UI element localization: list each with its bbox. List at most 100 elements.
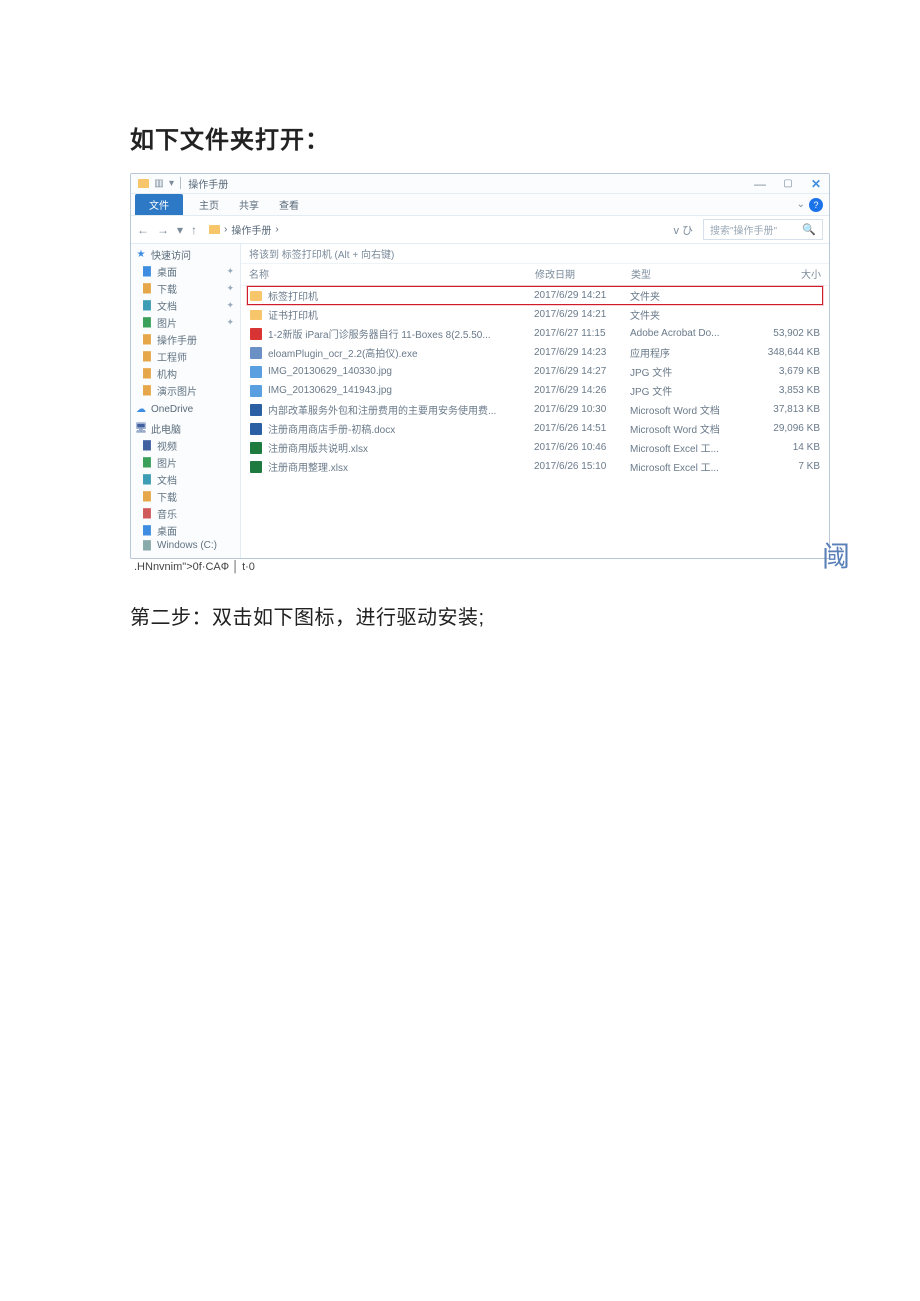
- sidebar-item[interactable]: ▇桌面✦: [131, 263, 240, 280]
- folder-icon: ▇: [141, 351, 153, 362]
- sidebar-item[interactable]: ▇下载✦: [131, 280, 240, 297]
- exe-icon: [250, 347, 262, 359]
- sidebar-item-label: 快速访问: [151, 247, 191, 262]
- file-type: 文件夹: [630, 288, 750, 303]
- file-row[interactable]: 注册商用整理.xlsx2017/6/26 15:10Microsoft Exce…: [247, 457, 823, 476]
- column-headers[interactable]: 名称 修改日期 类型 大小: [241, 264, 829, 286]
- address-bar: ← → ▾ ↑ › 操作手册 › v ひ 搜索"操作手册" 🔍: [131, 216, 829, 244]
- search-placeholder: 搜索"操作手册": [710, 222, 777, 237]
- ribbon-tab-share[interactable]: 共享: [229, 194, 269, 215]
- pin-icon: ✦: [226, 266, 234, 277]
- file-name: 注册商用版共说明.xlsx: [268, 440, 368, 455]
- excel-icon: [250, 461, 262, 473]
- col-name[interactable]: 名称: [249, 266, 535, 281]
- close-button[interactable]: ✕: [809, 177, 823, 191]
- col-size[interactable]: 大小: [751, 266, 821, 281]
- minimize-button[interactable]: —: [753, 177, 767, 191]
- step2-text: 第二步：双击如下图标，进行驱动安装;: [130, 601, 790, 630]
- maximize-button[interactable]: ▢: [781, 178, 795, 189]
- sidebar-item-label: 文档: [157, 472, 177, 487]
- sidebar-item-label: 下载: [157, 281, 177, 296]
- file-row[interactable]: 标签打印机 2017/6/29 14:21文件夹: [247, 286, 823, 305]
- window-titlebar: ▥ ▾ │ 操作手册 — ▢ ✕: [131, 174, 829, 194]
- folder-icon: ▇: [141, 540, 153, 551]
- page-heading: 如下文件夹打开：: [130, 120, 790, 155]
- search-input[interactable]: 搜索"操作手册" 🔍: [703, 219, 823, 240]
- file-row[interactable]: 注册商用版共说明.xlsx2017/6/26 10:46Microsoft Ex…: [247, 438, 823, 457]
- recent-dropdown[interactable]: ▾: [177, 223, 183, 237]
- file-date: 2017/6/29 10:30: [534, 404, 630, 415]
- breadcrumb-prefix: ›: [224, 224, 227, 235]
- sidebar-item[interactable]: ▇机构: [131, 365, 240, 382]
- file-date: 2017/6/29 14:23: [534, 347, 630, 358]
- sidebar-item[interactable]: ▇图片: [131, 454, 240, 471]
- col-date[interactable]: 修改日期: [535, 266, 631, 281]
- file-date: 2017/6/26 15:10: [534, 461, 630, 472]
- file-type: Microsoft Excel 工...: [630, 440, 750, 455]
- ribbon-tab-file[interactable]: 文件: [135, 194, 183, 215]
- sidebar-item[interactable]: ▇音乐: [131, 505, 240, 522]
- sidebar-item[interactable]: ▇文档✦: [131, 297, 240, 314]
- sidebar-item[interactable]: ▇下载: [131, 488, 240, 505]
- folder-icon: ▇: [141, 525, 153, 536]
- ribbon-tab-home[interactable]: 主页: [189, 194, 229, 215]
- file-name: 标签打印机: [268, 288, 318, 303]
- file-size: 29,096 KB: [750, 423, 820, 434]
- folder-icon: ▇: [141, 508, 153, 519]
- navigation-pane: ★ 快速访问 ▇桌面✦▇下载✦▇文档✦▇图片✦▇操作手册▇工程师▇机构▇演示图片…: [131, 244, 241, 558]
- footer-code: .HNnvnim">0f·CAФ │ t·0: [130, 559, 790, 573]
- side-glyph: 阈: [822, 535, 850, 575]
- help-icon[interactable]: ?: [809, 198, 823, 212]
- file-row[interactable]: IMG_20130629_141943.jpg 2017/6/29 14:26JP…: [247, 381, 823, 400]
- file-row[interactable]: 注册商用商店手册-初稿.docx2017/6/26 14:51Microsoft…: [247, 419, 823, 438]
- up-button[interactable]: ↑: [191, 223, 197, 237]
- ribbon-expand-icon[interactable]: ⌄: [797, 199, 805, 210]
- sidebar-item[interactable]: ▇ 工程师: [131, 348, 240, 365]
- col-type[interactable]: 类型: [631, 266, 751, 281]
- file-type: JPG 文件: [630, 383, 750, 398]
- file-date: 2017/6/29 14:21: [534, 290, 630, 301]
- ribbon-tab-view[interactable]: 查看: [269, 194, 309, 215]
- folder-icon: [208, 224, 220, 236]
- sidebar-item[interactable]: ▇视频: [131, 437, 240, 454]
- file-date: 2017/6/26 14:51: [534, 423, 630, 434]
- sidebar-item[interactable]: ▇图片✦: [131, 314, 240, 331]
- file-type: Microsoft Word 文档: [630, 402, 750, 417]
- back-button[interactable]: ←: [137, 223, 149, 237]
- file-row[interactable]: 内部改革服务外包和注册费用的主要用安务使用费...2017/6/29 10:30…: [247, 400, 823, 419]
- file-date: 2017/6/29 14:21: [534, 309, 630, 320]
- sidebar-item-onedrive[interactable]: ☁ OneDrive: [131, 403, 240, 416]
- file-name: 1-2新版 iPara门诊服务器自行 11-Boxes 8(2.5.50...: [268, 326, 491, 341]
- quick-access-toolbar[interactable]: ▥: [153, 178, 165, 190]
- sidebar-item-quick-access[interactable]: ★ 快速访问: [131, 246, 240, 263]
- folder-icon: ▇: [141, 385, 153, 396]
- sidebar-item-label: 工程师: [157, 349, 187, 364]
- sidebar-item-label: OneDrive: [151, 404, 193, 415]
- file-date: 2017/6/29 14:26: [534, 385, 630, 396]
- sidebar-item[interactable]: ▇操作手册: [131, 331, 240, 348]
- file-row[interactable]: eloamPlugin_ocr_2.2(高拍仪).exe2017/6/29 14…: [247, 343, 823, 362]
- forward-button[interactable]: →: [157, 223, 169, 237]
- breadcrumb[interactable]: › 操作手册 ›: [203, 219, 663, 240]
- file-size: 37,813 KB: [750, 404, 820, 415]
- refresh-button[interactable]: v ひ: [669, 222, 697, 238]
- sidebar-item-this-pc[interactable]: 🖥 此电脑: [131, 420, 240, 437]
- file-size: 7 KB: [750, 461, 820, 472]
- sidebar-item[interactable]: ▇桌面: [131, 522, 240, 539]
- folder-icon: ▇: [141, 457, 153, 468]
- pin-icon: ✦: [226, 300, 234, 311]
- sidebar-item[interactable]: ▇演示图片: [131, 382, 240, 399]
- window-buttons: — ▢ ✕: [753, 177, 823, 191]
- file-row[interactable]: IMG_20130629_140330.jpg2017/6/29 14:27JP…: [247, 362, 823, 381]
- file-size: 3,853 KB: [750, 385, 820, 396]
- pc-icon: 🖥: [135, 423, 147, 434]
- file-name: 注册商用整理.xlsx: [268, 459, 348, 474]
- file-row[interactable]: 证书打印机2017/6/29 14:21文件夹: [247, 305, 823, 324]
- file-row[interactable]: 1-2新版 iPara门诊服务器自行 11-Boxes 8(2.5.50...2…: [247, 324, 823, 343]
- folder-icon: ▇: [141, 283, 153, 294]
- sidebar-item[interactable]: ▇文档: [131, 471, 240, 488]
- breadcrumb-current: 操作手册: [231, 222, 271, 237]
- sidebar-item[interactable]: ▇Windows (C:): [131, 539, 240, 552]
- file-name: IMG_20130629_141943.jpg: [268, 385, 392, 396]
- file-name: 注册商用商店手册-初稿.docx: [268, 421, 395, 436]
